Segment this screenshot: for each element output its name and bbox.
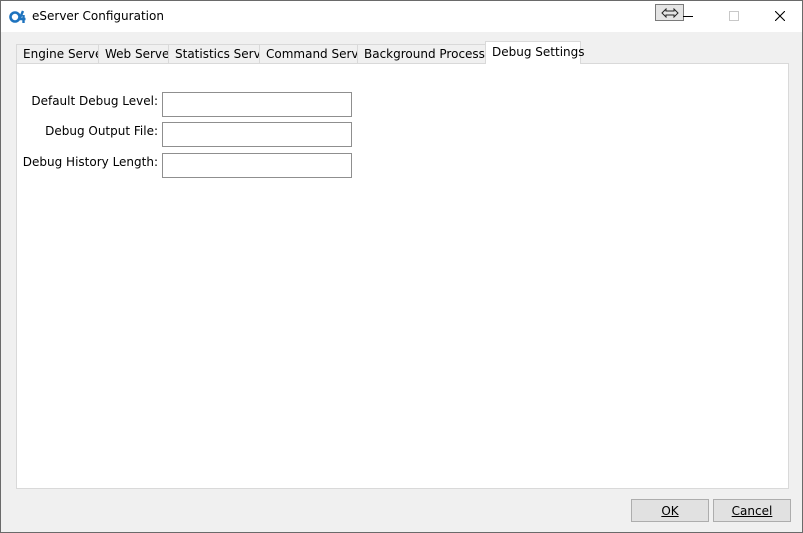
close-icon bbox=[775, 11, 785, 21]
debug-history-length-input[interactable] bbox=[162, 153, 352, 178]
config-window: eServer Configuration Engine Server Web … bbox=[0, 0, 803, 533]
debug-output-file-input[interactable] bbox=[162, 122, 352, 147]
minimize-button[interactable] bbox=[665, 1, 711, 32]
default-debug-level-label: Default Debug Level: bbox=[31, 94, 158, 108]
tab-engine-server[interactable]: Engine Server bbox=[16, 44, 107, 63]
maximize-button[interactable] bbox=[711, 1, 757, 32]
maximize-icon bbox=[729, 11, 739, 21]
tab-strip: Engine Server Web Server Statistics Serv… bbox=[16, 41, 796, 64]
minimize-icon bbox=[683, 16, 693, 17]
tab-statistics-server[interactable]: Statistics Server bbox=[168, 44, 273, 63]
title-bar[interactable]: eServer Configuration bbox=[1, 1, 802, 32]
debug-history-length-label: Debug History Length: bbox=[22, 155, 158, 169]
debug-settings-panel: Default Debug Level: Debug Output File: … bbox=[16, 63, 789, 489]
tab-command-server[interactable]: Command Server bbox=[259, 44, 371, 63]
tab-background-processes[interactable]: Background Processes bbox=[357, 44, 499, 63]
tab-debug-settings[interactable]: Debug Settings bbox=[485, 41, 585, 64]
app-logo-icon bbox=[9, 10, 26, 23]
close-button[interactable] bbox=[757, 1, 803, 32]
debug-output-file-label: Debug Output File: bbox=[45, 124, 158, 138]
window-title: eServer Configuration bbox=[32, 9, 164, 23]
tab-web-server[interactable]: Web Server bbox=[98, 44, 174, 63]
ok-button[interactable]: OK bbox=[631, 499, 709, 522]
default-debug-level-input[interactable] bbox=[162, 92, 352, 117]
cancel-button[interactable]: Cancel bbox=[713, 499, 791, 522]
